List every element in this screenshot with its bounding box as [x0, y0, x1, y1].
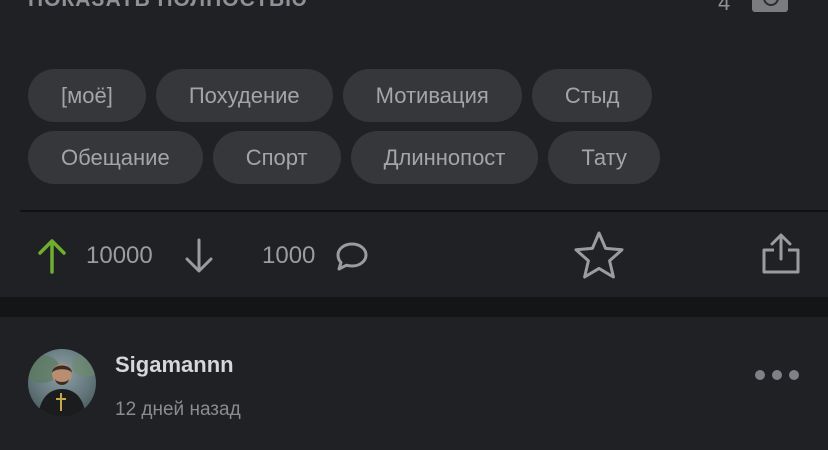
tag-sport[interactable]: Спорт: [212, 131, 341, 184]
tag-row-1: [моё] Похудение Мотивация Стыд: [28, 69, 798, 122]
tag-moe[interactable]: [моё]: [28, 69, 146, 122]
post-separator: [0, 297, 828, 317]
tag-row-2: Обещание Спорт Длиннопост Тату: [28, 131, 798, 184]
down-arrow-icon[interactable]: [183, 238, 215, 274]
image-count: 4: [718, 0, 731, 15]
tag-list: [моё] Похудение Мотивация Стыд Обещание …: [28, 69, 798, 193]
star-icon[interactable]: [572, 230, 626, 282]
avatar[interactable]: [28, 349, 96, 417]
rating-count: 10000: [86, 242, 153, 269]
comments-count[interactable]: 1000: [262, 242, 315, 270]
avatar-image: [28, 353, 96, 417]
next-post-header: Sigamannn 12 дней назад: [0, 317, 828, 450]
author-name[interactable]: Sigamannn: [115, 352, 234, 378]
post-time: 12 дней назад: [115, 399, 241, 420]
tag-dlinnopost[interactable]: Длиннопост: [350, 131, 539, 184]
show-more-button[interactable]: ПОКАЗАТЬ ПОЛНОСТЬЮ: [28, 0, 308, 12]
tag-tatu[interactable]: Тату: [548, 131, 660, 184]
up-arrow-icon[interactable]: [36, 238, 68, 274]
comment-icon[interactable]: [334, 240, 370, 272]
tag-obeshchanie[interactable]: Обещание: [28, 131, 203, 184]
share-icon[interactable]: [760, 232, 802, 276]
tag-motivaciya[interactable]: Мотивация: [342, 69, 522, 122]
image-icon: [752, 0, 788, 12]
tag-pohudenie[interactable]: Похудение: [155, 69, 333, 122]
post-footer-top: ПОКАЗАТЬ ПОЛНОСТЬЮ 4: [0, 0, 828, 24]
more-icon[interactable]: [754, 369, 800, 381]
tag-styd[interactable]: Стыд: [531, 69, 653, 122]
post-actions: 10000 1000: [0, 212, 828, 298]
